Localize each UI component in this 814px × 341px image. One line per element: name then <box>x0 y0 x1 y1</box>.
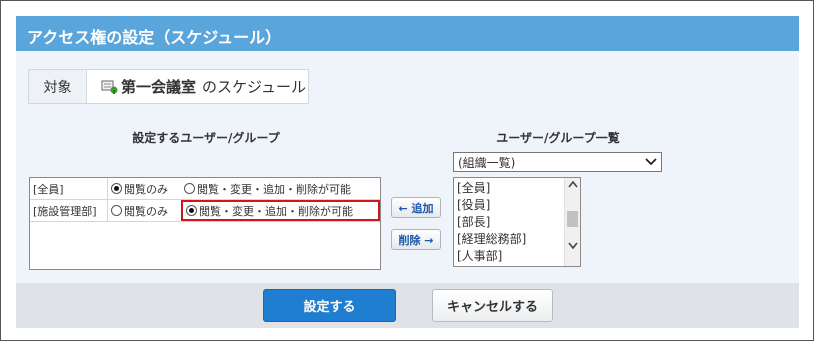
table-row[interactable]: [施設管理部] 閲覧のみ 閲覧・変更・追加・削除が可能 <box>30 200 380 222</box>
target-label: 対象 <box>29 70 87 103</box>
full-access-option[interactable]: 閲覧・変更・追加・削除が可能 <box>181 178 380 199</box>
list-item[interactable]: [人事部] <box>457 248 561 265</box>
organization-select-value: (組織一覧) <box>458 155 516 170</box>
set-section-title: 設定するユーザー/グループ <box>132 131 280 145</box>
dialog-frame: アクセス権の設定（スケジュール） 対象 第一会議室 のスケジュール 設定するユー… <box>0 0 814 341</box>
radio-button[interactable] <box>111 205 122 216</box>
chevron-up-icon[interactable] <box>568 180 578 191</box>
cancel-button[interactable]: キャンセルする <box>432 289 553 322</box>
submit-button[interactable]: 設定する <box>263 289 396 322</box>
list-section-title: ユーザー/グループ一覧 <box>496 131 620 145</box>
view-only-option[interactable]: 閲覧のみ <box>108 200 181 221</box>
page-title: アクセス権の設定（スケジュール） <box>16 16 799 51</box>
list-item[interactable]: [全員] <box>457 180 561 197</box>
list-item[interactable]: [部長] <box>457 214 561 231</box>
radio-button[interactable] <box>111 183 122 194</box>
target-box: 対象 第一会議室 のスケジュール <box>28 69 309 104</box>
scrollbar-thumb[interactable] <box>567 211 578 227</box>
list-item[interactable]: [役員] <box>457 197 561 214</box>
access-table: [全員] 閲覧のみ 閲覧・変更・追加・削除が可能 [施設管理部] 閲覧のみ 閲覧… <box>29 177 381 270</box>
settings-panel: 対象 第一会議室 のスケジュール 設定するユーザー/グループ ユーザー/グループ… <box>16 51 799 283</box>
facility-icon <box>101 79 119 95</box>
view-only-label: 閲覧のみ <box>124 182 168 196</box>
chevron-down-icon[interactable] <box>568 241 578 252</box>
radio-button[interactable] <box>186 205 197 216</box>
table-row[interactable]: [全員] 閲覧のみ 閲覧・変更・追加・削除が可能 <box>30 178 380 200</box>
radio-button[interactable] <box>184 183 195 194</box>
user-group-list[interactable]: [全員] [役員] [部長] [経理総務部] [人事部] <box>453 177 581 267</box>
button-bar: 設定する キャンセルする <box>16 283 799 328</box>
list-item[interactable]: [経理総務部] <box>457 231 561 248</box>
add-button[interactable]: ← 追加 <box>391 197 441 218</box>
target-value: 第一会議室 のスケジュール <box>87 70 306 103</box>
target-suffix: のスケジュール <box>202 78 306 96</box>
row-name: [施設管理部] <box>30 200 108 221</box>
row-name: [全員] <box>30 178 108 199</box>
remove-button[interactable]: 削除 → <box>391 229 441 250</box>
organization-select[interactable]: (組織一覧) <box>453 152 662 172</box>
full-access-label: 閲覧・変更・追加・削除が可能 <box>199 204 353 218</box>
full-access-option-highlighted[interactable]: 閲覧・変更・追加・削除が可能 <box>181 200 380 221</box>
target-name: 第一会議室 <box>121 78 197 96</box>
view-only-option[interactable]: 閲覧のみ <box>108 178 181 199</box>
list-scrollbar[interactable] <box>564 178 580 266</box>
view-only-label: 閲覧のみ <box>124 204 168 218</box>
chevron-down-icon <box>645 155 657 169</box>
full-access-label: 閲覧・変更・追加・削除が可能 <box>197 182 351 196</box>
